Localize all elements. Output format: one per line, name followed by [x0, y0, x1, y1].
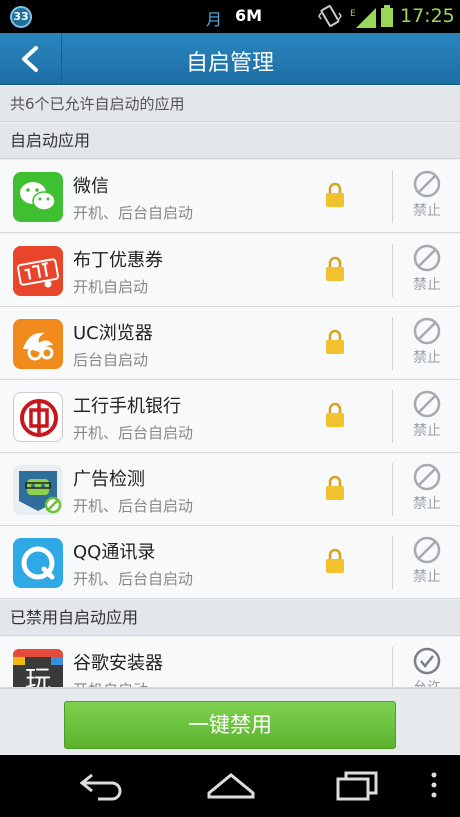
- section-header-disabled: 已禁用自启动应用: [0, 600, 460, 636]
- uc-browser-icon: [13, 319, 63, 369]
- divider: [392, 647, 393, 687]
- forbid-button[interactable]: 禁止: [398, 390, 456, 446]
- budding-coupon-icon: [13, 246, 63, 296]
- nav-recent-apps-icon[interactable]: [334, 769, 382, 801]
- app-desc: 开机、后台自启动: [73, 570, 194, 588]
- lock-icon: [326, 329, 344, 354]
- svg-text:玩: 玩: [25, 666, 51, 688]
- forbid-icon: [413, 536, 441, 564]
- divider: [392, 390, 393, 443]
- forbid-label: 禁止: [413, 277, 441, 293]
- app-name: UC浏览器: [73, 323, 153, 344]
- vibrate-icon: [318, 5, 342, 27]
- status-month: 月: [206, 10, 223, 29]
- app-desc: 开机、后台自启动: [73, 204, 194, 222]
- divider: [392, 244, 393, 297]
- forbid-icon: [413, 390, 441, 418]
- section-header-enabled: 自启动应用: [0, 123, 460, 159]
- icbc-bank-icon: [13, 392, 63, 442]
- app-row-uc-browser[interactable]: UC浏览器 后台自启动 禁止: [0, 307, 460, 380]
- nav-menu-icon[interactable]: [428, 769, 440, 801]
- system-nav-bar: [0, 755, 460, 817]
- app-row-budding-coupon[interactable]: 布丁优惠券 开机自启动 禁止: [0, 234, 460, 307]
- lock-icon: [326, 256, 344, 281]
- app-desc: 开机、后台自启动: [73, 424, 194, 442]
- lock-icon: [326, 548, 344, 573]
- forbid-button[interactable]: 禁止: [398, 463, 456, 519]
- app-name: 广告检测: [73, 469, 145, 490]
- status-bar: 33 月 6M E 17:25: [0, 0, 460, 33]
- title-bar: 自启管理: [0, 33, 460, 85]
- status-data-usage: 6M: [235, 6, 263, 25]
- forbid-label: 禁止: [413, 350, 441, 366]
- checkmark-circle-icon: [413, 647, 441, 675]
- allow-label: 允许: [413, 680, 441, 688]
- divider: [392, 317, 393, 370]
- lock-icon: [326, 182, 344, 207]
- status-time: 17:25: [400, 5, 455, 27]
- forbid-label: 禁止: [413, 203, 441, 219]
- forbid-icon: [413, 170, 441, 198]
- forbid-label: 禁止: [413, 569, 441, 585]
- notification-badge: 33: [10, 6, 32, 28]
- forbid-label: 禁止: [413, 496, 441, 512]
- network-type: E: [350, 9, 356, 19]
- page-title: 自启管理: [185, 51, 274, 76]
- app-name: 工行手机银行: [73, 396, 181, 417]
- disable-all-button[interactable]: 一键禁用: [64, 701, 396, 749]
- app-row-icbc[interactable]: 工行手机银行 开机、后台自启动 禁止: [0, 380, 460, 453]
- forbid-label: 禁止: [413, 423, 441, 439]
- divider: [392, 463, 393, 516]
- forbid-button[interactable]: 禁止: [398, 536, 456, 592]
- bottom-action-bar: 一键禁用: [0, 688, 460, 754]
- app-desc: 开机自启动: [73, 278, 149, 296]
- app-row-wechat[interactable]: 微信 开机、后台自启动 禁止: [0, 160, 460, 233]
- qq-contacts-icon: [13, 538, 63, 588]
- forbid-icon: [413, 317, 441, 345]
- forbid-button[interactable]: 禁止: [398, 317, 456, 373]
- app-name: 布丁优惠券: [73, 250, 163, 271]
- wechat-icon: [13, 172, 63, 222]
- app-row-ad-detector[interactable]: 广告检测 开机、后台自启动 禁止: [0, 453, 460, 526]
- nav-home-icon[interactable]: [205, 769, 257, 801]
- forbid-icon: [413, 463, 441, 491]
- forbid-icon: [413, 244, 441, 272]
- ad-detector-icon: [13, 465, 63, 515]
- forbid-button[interactable]: 禁止: [398, 170, 456, 226]
- app-name: QQ通讯录: [73, 542, 156, 563]
- summary-bar: 共6个已允许自启动的应用: [0, 86, 460, 122]
- google-installer-icon: 玩: [13, 649, 63, 688]
- lock-icon: [326, 402, 344, 427]
- app-desc: 开机、后台自启动: [73, 497, 194, 515]
- app-row-qq-contacts[interactable]: QQ通讯录 开机、后台自启动 禁止: [0, 526, 460, 599]
- nav-back-icon[interactable]: [78, 769, 126, 801]
- app-row-google-installer[interactable]: 玩 谷歌安装器 开机自启动 允许: [0, 637, 460, 688]
- app-desc: 开机自启动: [73, 679, 148, 687]
- divider: [392, 170, 393, 223]
- divider: [392, 536, 393, 589]
- lock-icon: [326, 475, 344, 500]
- app-name: 微信: [73, 176, 109, 197]
- battery-icon: [381, 5, 393, 27]
- allow-button[interactable]: 允许: [398, 647, 456, 688]
- app-desc: 后台自启动: [73, 351, 149, 369]
- signal-icon: E: [350, 8, 376, 28]
- app-name: 谷歌安装器: [73, 653, 163, 674]
- forbid-button[interactable]: 禁止: [398, 244, 456, 300]
